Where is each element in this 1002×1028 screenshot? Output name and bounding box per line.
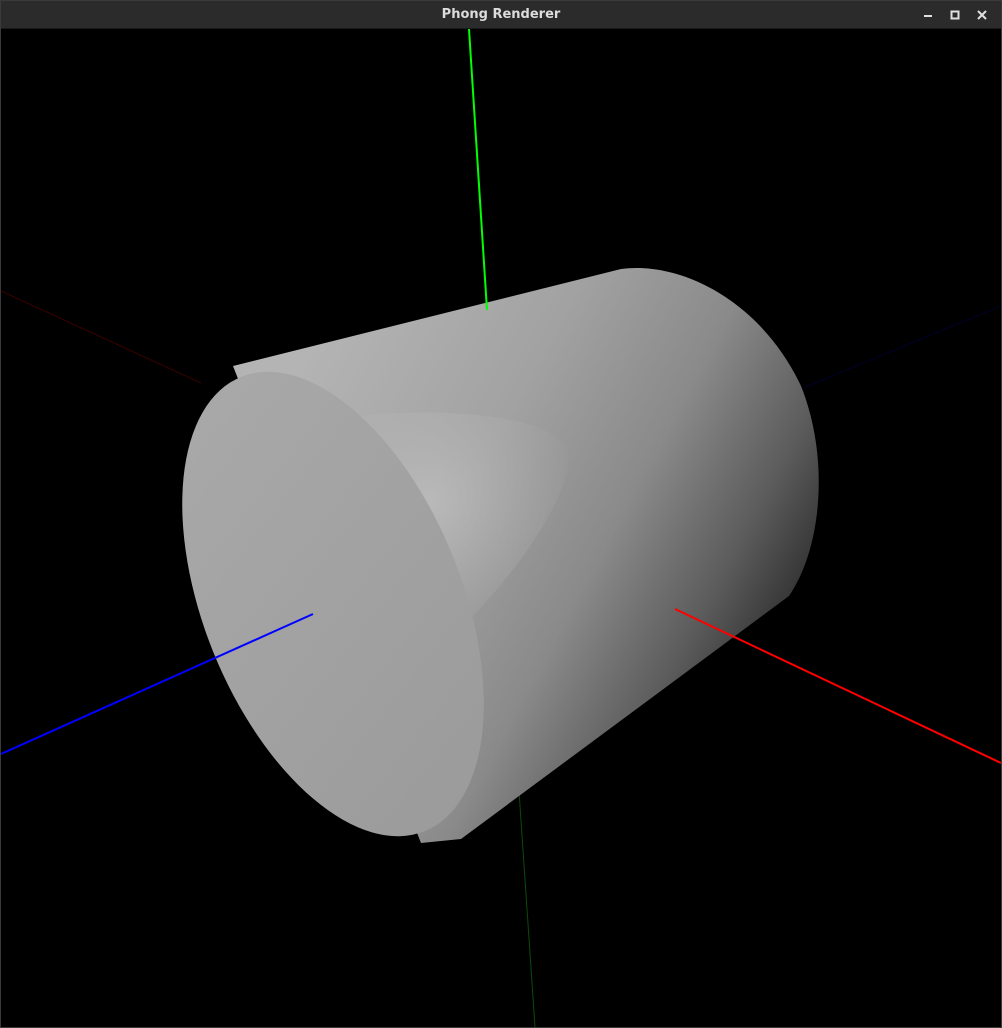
- minimize-button[interactable]: [914, 1, 941, 28]
- y-axis-positive: [468, 29, 488, 311]
- close-icon: [976, 9, 987, 20]
- x-axis-positive: [674, 608, 1001, 764]
- z-axis-negative: [790, 305, 1001, 394]
- minimize-icon: [923, 14, 932, 17]
- y-axis-negative: [518, 790, 536, 1027]
- render-viewport[interactable]: [1, 29, 1001, 1027]
- window-controls: [914, 1, 995, 28]
- app-window: Phong Renderer: [0, 0, 1002, 1028]
- window-title: Phong Renderer: [441, 7, 561, 22]
- x-axis-negative: [1, 290, 202, 384]
- scene-canvas: [1, 29, 1001, 1027]
- maximize-button[interactable]: [941, 1, 968, 28]
- title-bar[interactable]: Phong Renderer: [1, 1, 1001, 29]
- maximize-icon: [950, 10, 959, 19]
- close-button[interactable]: [968, 1, 995, 28]
